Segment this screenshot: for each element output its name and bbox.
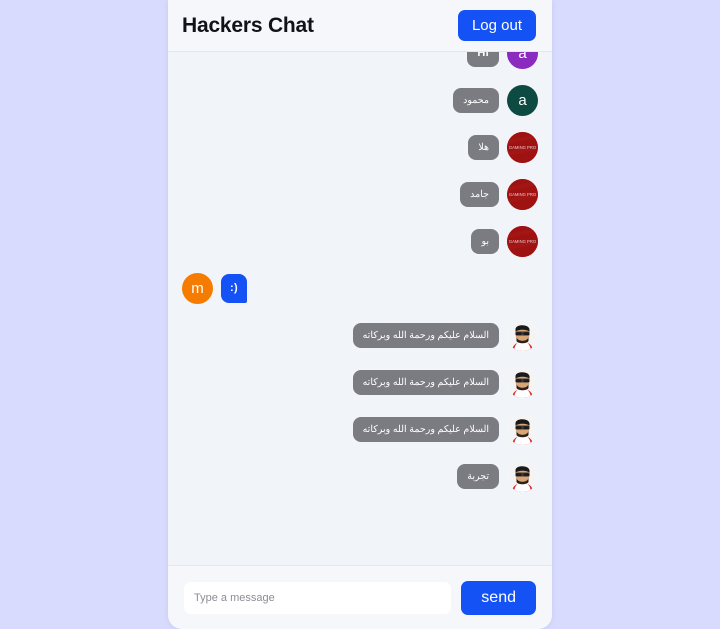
message-bubble: بو [471, 228, 499, 255]
avatar-teal-a: a [507, 85, 538, 116]
avatar-photo-man [507, 414, 538, 445]
message-list[interactable]: Hi a محمود a هلا GAMING PRO جامد GAMING PRO بو GA… [168, 52, 552, 565]
page-title: Hackers Chat [182, 13, 314, 37]
message-row: السلام عليكم ورحمة الله وبركاته [182, 367, 538, 398]
message-row: m:) [182, 273, 538, 304]
message-row: تجربة [182, 461, 538, 492]
message-bubble: :) [221, 273, 247, 304]
message-row: محمود a [182, 85, 538, 116]
message-bubble: السلام عليكم ورحمة الله وبركاته [352, 416, 499, 443]
svg-text:GAMING PRO: GAMING PRO [509, 192, 537, 197]
message-bubble: Hi [467, 52, 499, 68]
message-bubble: السلام عليكم ورحمة الله وبركاته [352, 369, 499, 396]
message-row: السلام عليكم ورحمة الله وبركاته [182, 414, 538, 445]
avatar-purple-a: a [507, 52, 538, 69]
svg-text:GAMING PRO: GAMING PRO [509, 239, 537, 244]
chat-header: Hackers Chat Log out [168, 0, 552, 52]
message-row: السلام عليكم ورحمة الله وبركاته [182, 320, 538, 351]
logout-button[interactable]: Log out [457, 10, 536, 41]
message-row: Hi a [182, 52, 538, 69]
avatar-orange-m: m [182, 273, 213, 304]
send-button[interactable]: send [461, 580, 536, 615]
message-bubble: هلا [468, 134, 499, 161]
avatar-red-logo: GAMING PRO [507, 179, 538, 210]
avatar-photo-man [507, 320, 538, 351]
message-row: بو GAMING PRO [182, 226, 538, 257]
message-row: جامد GAMING PRO [182, 179, 538, 210]
avatar-photo-man [507, 461, 538, 492]
message-bubble: السلام عليكم ورحمة الله وبركاته [352, 322, 499, 349]
message-composer: send [168, 565, 552, 629]
avatar-red-logo: GAMING PRO [507, 226, 538, 257]
message-bubble: تجربة [457, 463, 499, 490]
message-bubble: جامد [460, 181, 499, 208]
message-input[interactable] [184, 581, 452, 614]
avatar-photo-man [507, 367, 538, 398]
svg-text:GAMING PRO: GAMING PRO [509, 145, 537, 150]
avatar-red-logo: GAMING PRO [507, 132, 538, 163]
message-row: هلا GAMING PRO [182, 132, 538, 163]
chat-app-window: Hackers Chat Log out Hi a محمود a هلا GAMING … [168, 0, 552, 629]
message-bubble: محمود [453, 87, 499, 114]
